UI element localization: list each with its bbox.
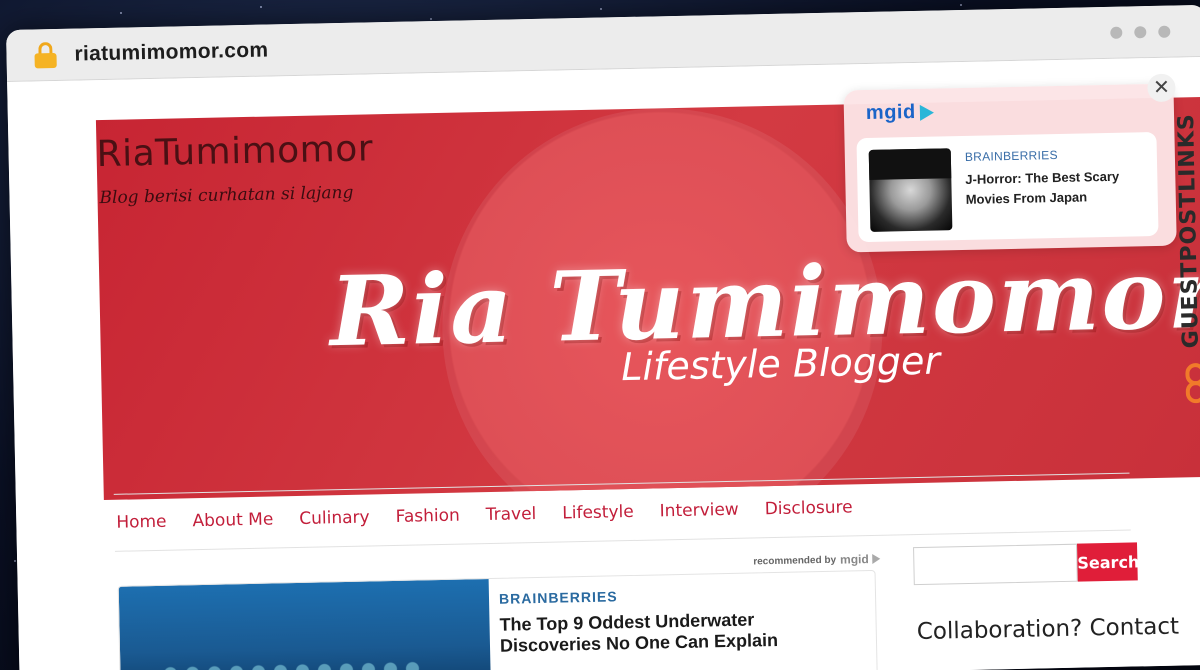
nav-item-interview[interactable]: Interview [659, 500, 738, 522]
nav-item-travel[interactable]: Travel [486, 504, 537, 525]
banner-subtitle: Lifestyle Blogger [620, 338, 941, 390]
recommended-text: recommended by [753, 554, 837, 567]
search-button[interactable]: Search [1076, 542, 1140, 582]
ad-source: BRAINBERRIES [964, 148, 1058, 164]
mgid-play-icon [872, 553, 881, 564]
underwater-image[interactable] [118, 579, 491, 670]
window-dot-icon[interactable] [1110, 26, 1123, 39]
browser-window: riatumimomor.com RiaTumimomor Blog beris… [6, 4, 1200, 670]
nav-item-lifestyle[interactable]: Lifestyle [562, 502, 634, 523]
address-bar[interactable]: riatumimomor.com [74, 38, 268, 66]
mgid-popup-ad[interactable]: mgid ✕ BRAINBERRIES J-Horror: The Best S… [843, 73, 1177, 253]
mgid-logo: mgid [866, 101, 934, 125]
site-tagline: Blog berisi curhatan si lajang [99, 182, 354, 209]
nav-item-home[interactable]: Home [116, 512, 167, 533]
mgid-ad-card[interactable]: BRAINBERRIES J-Horror: The Best Scary Mo… [856, 131, 1159, 243]
page-content: RiaTumimomor Blog berisi curhatan si laj… [7, 56, 1200, 670]
recommended-card[interactable]: BRAINBERRIES The Top 9 Oddest Underwater… [117, 569, 878, 670]
nav-item-disclosure[interactable]: Disclosure [765, 497, 853, 519]
window-dot-icon[interactable] [1134, 26, 1147, 39]
mgid-logo-text: mgid [865, 100, 916, 125]
ad-thumbnail[interactable] [868, 148, 953, 232]
recommended-logo: mgid [839, 552, 869, 567]
lock-icon [34, 41, 57, 68]
window-controls [1110, 25, 1171, 39]
chain-link-icon [1185, 362, 1200, 405]
nav-item-culinary[interactable]: Culinary [299, 507, 370, 528]
window-dot-icon[interactable] [1158, 25, 1171, 38]
rec-headline[interactable]: The Top 9 Oddest Underwater Discoveries … [499, 607, 860, 657]
recommended-by-label[interactable]: recommended by mgid [753, 552, 881, 569]
watermark-text: GUESTPOSTLINKS [1174, 113, 1200, 349]
site-title[interactable]: RiaTumimomor [96, 128, 373, 175]
search-input[interactable] [913, 543, 1078, 586]
rec-source: BRAINBERRIES [498, 588, 618, 607]
ad-headline[interactable]: J-Horror: The Best Scary Movies From Jap… [965, 166, 1148, 210]
mgid-play-icon [919, 104, 934, 121]
close-icon[interactable]: ✕ [1147, 73, 1176, 103]
nav-item-fashion[interactable]: Fashion [395, 506, 460, 527]
collaboration-heading: Collaboration? Contact [916, 613, 1180, 646]
nav-item-about-me[interactable]: About Me [192, 510, 273, 532]
